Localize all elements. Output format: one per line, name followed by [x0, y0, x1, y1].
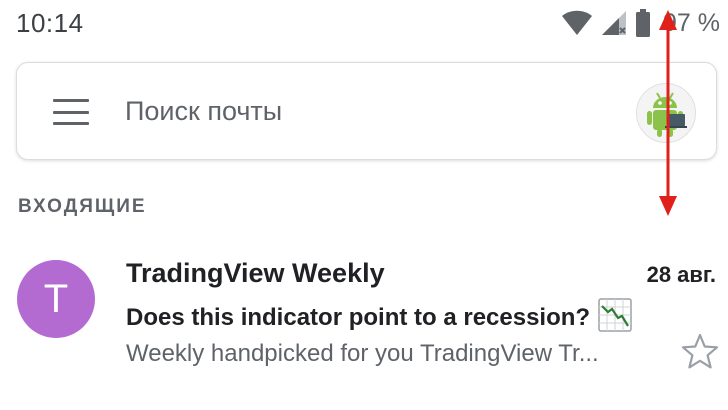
- status-bar: 10:14 97 %: [0, 0, 728, 46]
- email-date: 28 авг.: [646, 262, 716, 287]
- account-avatar[interactable]: [636, 83, 696, 143]
- search-bar[interactable]: [16, 62, 717, 160]
- section-label-inbox: ВХОДЯЩИЕ: [18, 196, 147, 217]
- email-subject-line: Does this indicator point to a recession…: [126, 298, 632, 337]
- battery-percentage: 97 %: [663, 8, 720, 37]
- status-icons: 97 %: [561, 8, 720, 38]
- android-avatar-icon: [637, 84, 695, 142]
- search-input[interactable]: [125, 91, 605, 131]
- status-time: 10:14: [16, 8, 84, 38]
- email-list-item[interactable]: T TradingView Weekly 28 авг. Does this i…: [0, 248, 728, 378]
- chart-decreasing-icon: [598, 298, 632, 337]
- sender-avatar[interactable]: T: [17, 260, 95, 338]
- email-subject: Does this indicator point to a recession…: [126, 303, 591, 331]
- hamburger-menu-icon[interactable]: [49, 93, 93, 131]
- email-sender: TradingView Weekly: [126, 258, 385, 288]
- email-preview: Weekly handpicked for you TradingView Tr…: [126, 340, 599, 367]
- battery-icon: [635, 9, 651, 37]
- gmail-screen: 10:14 97 % Поиск почты ВХОДЯЩИЕ T Tradin…: [0, 0, 728, 410]
- wifi-icon: [561, 10, 593, 36]
- star-icon[interactable]: [680, 332, 720, 372]
- cellular-signal-icon: [601, 10, 627, 36]
